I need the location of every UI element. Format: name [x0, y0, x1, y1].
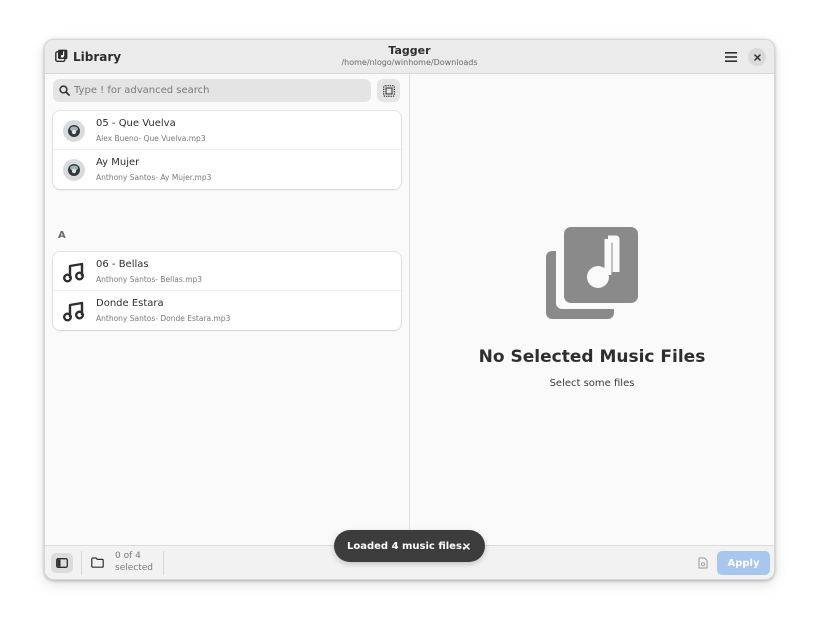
- file-list-pane: 05 - Que Vuelva Alex Bueno- Que Vuelva.m…: [45, 74, 410, 545]
- header-bar: Library Tagger /home/nlogo/winhome/Downl…: [45, 40, 774, 74]
- separator: [163, 551, 164, 575]
- toggle-sidebar-button[interactable]: [51, 553, 73, 573]
- section-header: A: [58, 230, 66, 241]
- file-title: Ay Mujer: [96, 157, 140, 168]
- file-name: Anthony Santos- Bellas.mp3: [96, 275, 203, 284]
- current-path: /home/nlogo/winhome/Downloads: [341, 58, 478, 67]
- app-title: Tagger: [388, 44, 431, 57]
- file-title: 06 - Bellas: [96, 259, 149, 270]
- selection-count-label: selected: [115, 563, 153, 573]
- hamburger-icon: [725, 52, 737, 62]
- advanced-search-button[interactable]: [377, 79, 400, 102]
- close-icon: [753, 53, 761, 61]
- list-item[interactable]: Donde Estara Anthony Santos- Donde Estar…: [53, 291, 401, 330]
- toast-close-button[interactable]: [459, 539, 473, 553]
- toast-message: Loaded 4 music files.: [347, 540, 466, 552]
- document-icon: [698, 557, 708, 569]
- search-icon: [59, 85, 70, 96]
- sidebar-icon: [56, 558, 68, 568]
- file-title: 05 - Que Vuelva: [96, 118, 176, 129]
- file-group-card: 05 - Que Vuelva Alex Bueno- Que Vuelva.m…: [53, 111, 401, 189]
- file-name: Alex Bueno- Que Vuelva.mp3: [96, 134, 206, 143]
- search-input[interactable]: [74, 85, 364, 96]
- main-menu-button[interactable]: [722, 48, 740, 66]
- music-library-icon: [546, 227, 640, 325]
- music-note-icon: [63, 300, 85, 322]
- album-art: [63, 159, 85, 181]
- file-title: Donde Estara: [96, 298, 164, 309]
- toast-notification: Loaded 4 music files.: [334, 530, 485, 562]
- list-item[interactable]: Ay Mujer Anthony Santos- Ay Mujer.mp3: [53, 150, 401, 189]
- empty-state-subtitle: Select some files: [549, 378, 635, 389]
- file-properties-button[interactable]: [696, 555, 710, 571]
- folder-icon: [90, 556, 104, 568]
- selection-count: 0 of 4 selected: [115, 550, 153, 574]
- file-group-card: 06 - Bellas Anthony Santos- Bellas.mp3 D…: [53, 252, 401, 330]
- window-title-block: Tagger /home/nlogo/winhome/Downloads: [45, 44, 774, 68]
- search-field[interactable]: [53, 79, 371, 102]
- selection-count-value: 0 of 4: [115, 551, 141, 561]
- file-name: Anthony Santos- Ay Mujer.mp3: [96, 173, 212, 182]
- apply-button[interactable]: Apply: [717, 551, 770, 575]
- separator: [81, 551, 82, 575]
- open-folder-button[interactable]: [89, 554, 105, 570]
- list-item[interactable]: 06 - Bellas Anthony Santos- Bellas.mp3: [53, 252, 401, 291]
- details-pane: No Selected Music Files Select some file…: [410, 74, 774, 545]
- file-name: Anthony Santos- Donde Estara.mp3: [96, 314, 231, 323]
- album-art: [63, 120, 85, 142]
- empty-state-title: No Selected Music Files: [478, 347, 706, 367]
- close-icon: [462, 542, 470, 550]
- close-window-button[interactable]: [748, 48, 766, 66]
- list-item[interactable]: 05 - Que Vuelva Alex Bueno- Que Vuelva.m…: [53, 111, 401, 150]
- advanced-search-icon: [382, 84, 395, 97]
- tagger-window: Library Tagger /home/nlogo/winhome/Downl…: [44, 39, 775, 580]
- music-note-icon: [63, 261, 85, 283]
